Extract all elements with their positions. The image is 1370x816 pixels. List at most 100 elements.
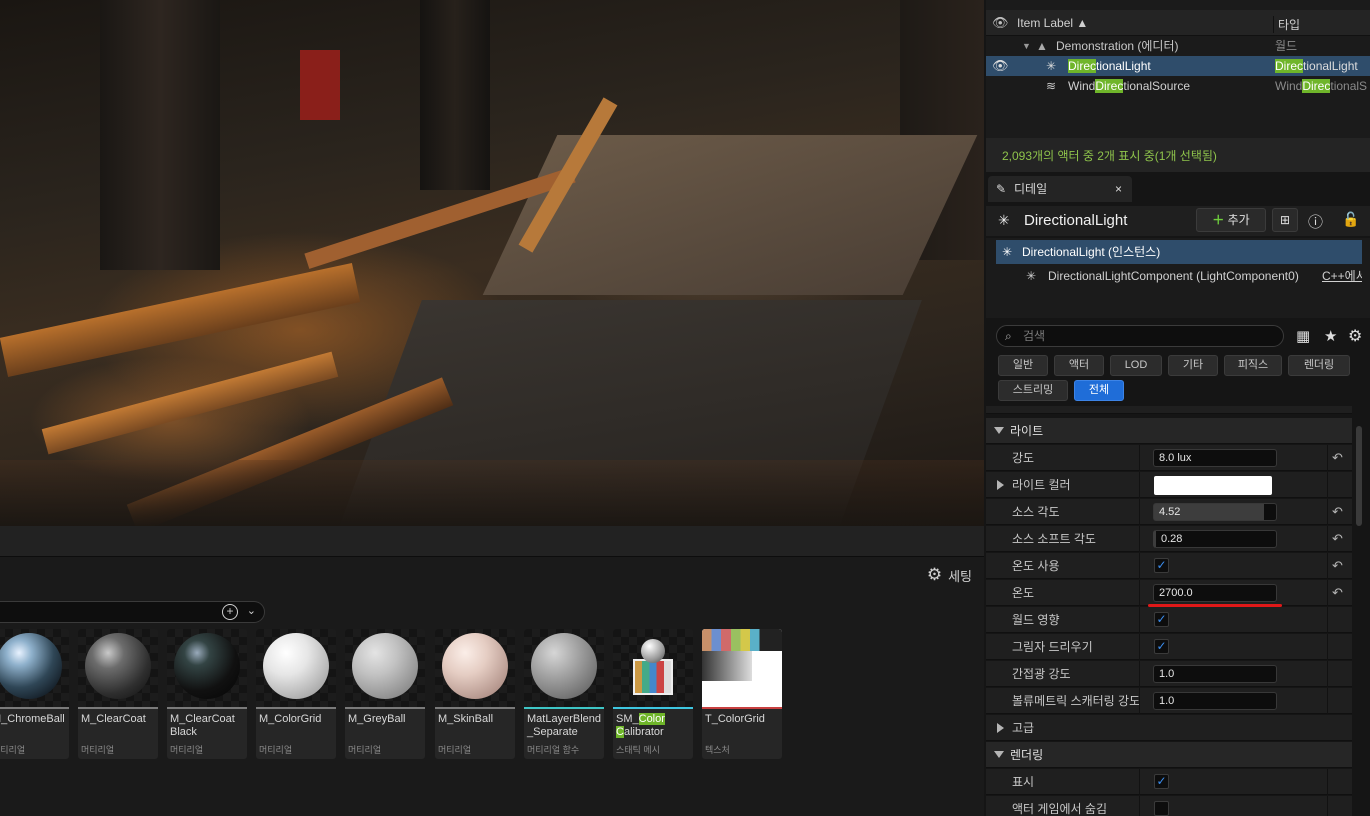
reset-icon[interactable]: ↶ [1332,504,1343,520]
source-angle-slider[interactable]: 4.52 [1153,503,1277,521]
hidden-in-game-checkbox[interactable] [1154,801,1169,816]
asset-name: M_ColorGrid [259,713,322,725]
chevron-down-icon[interactable]: ⌄ [247,604,256,617]
asset-tile-matlayerblend[interactable]: MatLayerBlend _Separate 머티리얼 함수 [524,629,604,759]
outliner-world-row[interactable]: ▼ ▲ Demonstration (에디터) 월드 [986,36,1370,56]
filter-physics[interactable]: 피직스 [1224,355,1282,376]
star-icon[interactable]: ★ [1324,327,1337,345]
reset-icon[interactable]: ↶ [1332,585,1343,601]
asset-type-bar [78,707,158,709]
category-advanced[interactable]: 고급 [986,715,1352,741]
close-icon[interactable]: × [1115,176,1122,202]
eye-icon[interactable]: 👁 [992,56,1009,76]
prop-affects-world: 월드 영향 ✓ [986,607,1352,633]
outliner-status: 2,093개의 액터 중 2개 표시 중(1개 선택됨) [1002,149,1217,163]
black-sphere-icon [174,633,240,699]
outliner-row-directionallight[interactable]: 👁 ✳ DirectionalLight DirectionalLight [986,56,1370,76]
blueprint-button[interactable]: ⊞ [1272,208,1298,232]
component-instance-row[interactable]: ✳ DirectionalLight (인스턴스) [996,240,1362,264]
asset-tile-clearcoat[interactable]: M_ClearCoat 머티리얼 [78,629,158,759]
asset-tile-colorgrid[interactable]: M_ColorGrid 머티리얼 [256,629,336,759]
column-divider [1139,526,1140,552]
settings-label: 세팅 [948,568,972,584]
asset-type-bar [702,707,782,709]
content-search-input[interactable]: + ⌄ [0,601,265,623]
tab-label: 디테일 [1014,182,1048,196]
asset-tile-t-colorgrid[interactable]: T_ColorGrid 텍스처 [702,629,782,759]
light-color-swatch[interactable] [1154,476,1272,495]
column-divider [1139,607,1140,633]
asset-tile-clearcoat-black[interactable]: M_ClearCoat Black 머티리얼 [167,629,247,759]
light-icon: ✳ [998,212,1010,228]
filter-general[interactable]: 일반 [998,355,1048,376]
col-item-label[interactable]: Item Label ▲ [1017,16,1088,30]
texture-grid-icon [702,629,782,651]
details-search-input[interactable]: ⌕ 검색 [996,325,1284,347]
reset-icon[interactable]: ↶ [1332,531,1343,547]
asset-thumbnail [345,629,425,707]
asset-type-bar [435,707,515,709]
column-divider [1327,472,1328,498]
world-icon: ▲ [1036,39,1048,53]
tab-details[interactable]: ✎ 디테일 × [988,176,1132,202]
asset-tile-chromeball[interactable]: M_ChromeBall 머티리얼 [0,629,69,759]
collapse-icon [994,751,1004,758]
prop-label: 강도 [1012,451,1035,465]
filter-rendering[interactable]: 렌더링 [1288,355,1350,376]
actor-name: DirectionalLight [1068,59,1151,73]
volumetric-scattering-input[interactable]: 1.0 [1153,692,1277,710]
add-filter-icon[interactable]: + [222,604,238,620]
table-icon[interactable]: ▦ [1296,327,1310,345]
component-row[interactable]: ✳ DirectionalLightComponent (LightCompon… [996,264,1362,288]
column-divider [1139,769,1140,795]
gear-icon[interactable]: ⚙ [1348,326,1362,346]
col-type[interactable]: 타입 [1273,16,1300,33]
column-divider [1139,580,1140,606]
category-rendering[interactable]: 렌더링 [986,742,1352,768]
expand-icon[interactable] [997,480,1004,490]
prop-hidden-in-game: 액터 게임에서 숨김 [986,796,1352,816]
asset-thumbnail [613,629,693,707]
outliner-row-windsource[interactable]: ≋ WindDirectionalSource WindDirectionalS [986,76,1370,96]
asset-type-bar [256,707,336,709]
settings-button[interactable]: ⚙ 세팅 [927,565,972,585]
source-soft-angle-slider[interactable]: 0.28 [1153,530,1277,548]
cast-shadows-checkbox[interactable]: ✓ [1154,639,1169,654]
level-viewport[interactable] [0,0,984,526]
filter-streaming[interactable]: 스트리밍 [998,380,1068,401]
filter-misc[interactable]: 기타 [1168,355,1218,376]
collapse-icon[interactable]: ▼ [1022,36,1031,56]
intensity-input[interactable]: 8.0 lux [1153,449,1277,467]
asset-type: 머티리얼 [170,745,204,755]
asset-type: 스태틱 메시 [616,745,660,755]
affects-world-checkbox[interactable]: ✓ [1154,612,1169,627]
reset-icon[interactable]: ↶ [1332,558,1343,574]
world-outliner: 👁 Item Label ▲ 타입 ▼ ▲ Demonstration (에디터… [986,0,1370,172]
component-suffix: C++에서 [1322,269,1362,283]
asset-tile-skinball[interactable]: M_SkinBall 머티리얼 [435,629,515,759]
filter-lod[interactable]: LOD [1110,355,1162,376]
actor-type: DirectionalLight [1275,59,1358,73]
use-temperature-checkbox[interactable]: ✓ [1154,558,1169,573]
filter-actor[interactable]: 액터 [1054,355,1104,376]
details-scrollbar[interactable] [1356,426,1362,526]
indirect-intensity-input[interactable]: 1.0 [1153,665,1277,683]
asset-tile-greyball[interactable]: M_GreyBall 머티리얼 [345,629,425,759]
eye-icon[interactable]: 👁 [992,15,1009,31]
prop-label: 라이트 컬러 [1012,478,1071,492]
asset-tile-colorcalibrator[interactable]: SM_Color Calibrator 스태틱 메시 [613,629,693,759]
prop-label: 온도 사용 [1012,559,1060,573]
lock-icon[interactable]: 🔓 [1342,211,1359,228]
filter-all[interactable]: 전체 [1074,380,1124,401]
category-light[interactable]: 라이트 [986,418,1352,444]
visible-checkbox[interactable]: ✓ [1154,774,1169,789]
asset-type: 머티리얼 [0,745,26,755]
asset-name: M_ChromeBall [0,713,65,725]
help-icon[interactable]: ⓘ [1308,211,1323,232]
actor-type: WindDirectionalS [1275,79,1368,93]
add-component-button[interactable]: ＋ 추가 [1196,208,1266,232]
reset-icon[interactable]: ↶ [1332,450,1343,466]
temperature-input[interactable]: 2700.0 [1153,584,1277,602]
chrome-sphere-icon [0,633,62,699]
slider-value: 0.28 [1161,533,1183,545]
